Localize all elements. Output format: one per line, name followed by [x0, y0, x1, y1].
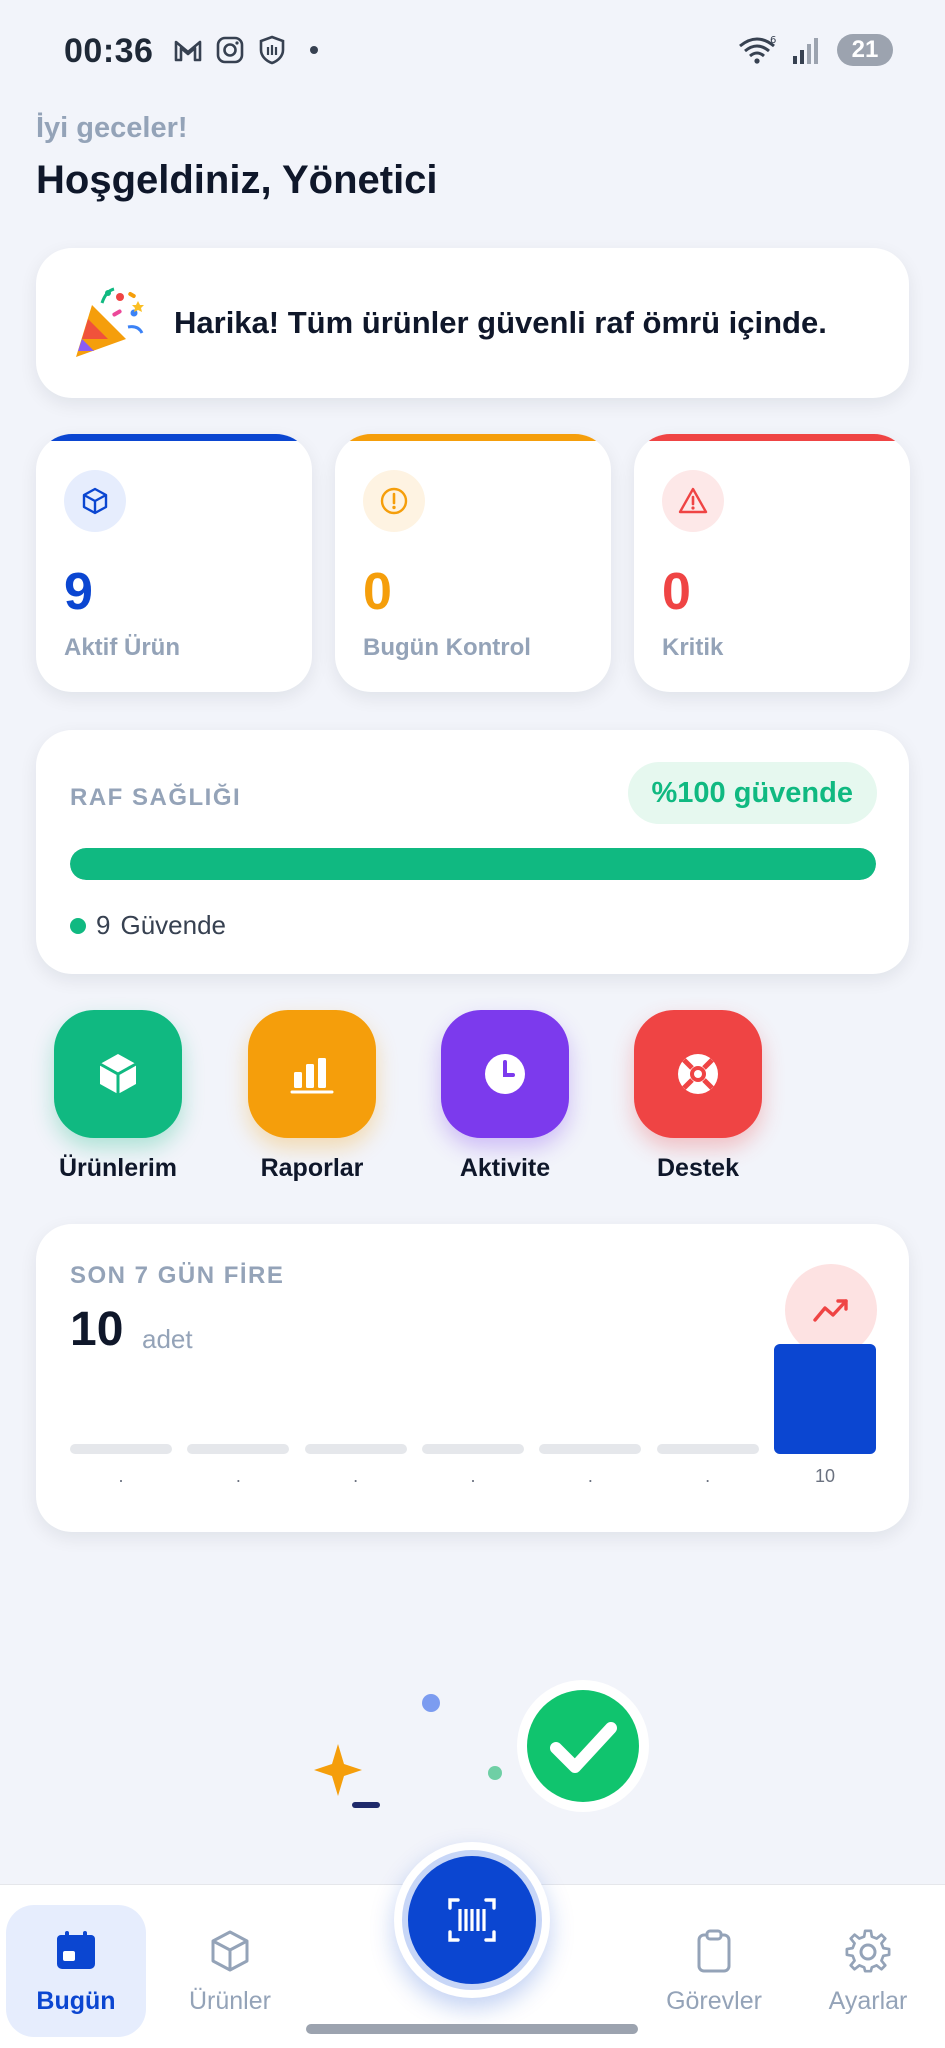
gmail-icon — [174, 40, 202, 62]
action-activity[interactable]: Aktivite — [425, 1010, 585, 1183]
action-label: Raporlar — [260, 1154, 364, 1182]
confetti-dot — [488, 1766, 502, 1780]
gear-icon — [845, 1928, 891, 1973]
confetti-bar — [352, 1802, 380, 1808]
health-status-pill: %100 güvende — [627, 762, 877, 824]
stat-card-critical[interactable]: 0 Kritik — [634, 434, 910, 692]
svg-text:6: 6 — [770, 35, 776, 46]
waste-bar — [70, 1444, 172, 1454]
waste-bar — [187, 1444, 290, 1454]
shelf-health-card: RAF SAĞLIĞI %100 güvende 9 Güvende — [36, 730, 909, 974]
nav-item-today[interactable]: Bugün — [6, 1905, 146, 2037]
status-time: 00:36 — [64, 32, 154, 70]
fab-inner — [402, 1850, 542, 1990]
wifi-icon: 6 — [739, 35, 776, 64]
legend-dot — [70, 917, 86, 934]
greeting-subtitle: İyi geceler! — [36, 112, 188, 144]
stat-accent-bar — [36, 434, 312, 441]
scan-barcode-button[interactable] — [394, 1842, 550, 1998]
home-indicator — [306, 2024, 638, 2034]
waste-tick-label: . — [470, 1466, 476, 1486]
waste-tick-label: . — [118, 1466, 124, 1486]
stat-value: 0 — [363, 563, 392, 621]
waste-tick-label: . — [705, 1466, 711, 1486]
nav-item-products[interactable]: Ürünler — [160, 1905, 300, 2037]
clipboard-icon — [697, 1929, 731, 1972]
nav-item-settings[interactable]: Ayarlar — [798, 1905, 938, 2037]
shelf-health-title: RAF SAĞLIĞI — [70, 784, 242, 811]
waste-tick-label: . — [353, 1466, 359, 1486]
confetti-dot — [422, 1694, 440, 1712]
cube-icon — [211, 1930, 249, 1971]
sparkle-icon — [314, 1744, 362, 1796]
battery-indicator: 21 — [837, 34, 893, 66]
trending-up-icon — [785, 1264, 877, 1356]
system-icons: 6 21 — [737, 34, 893, 66]
action-support[interactable]: Destek — [618, 1010, 778, 1183]
cube-icon — [64, 470, 126, 532]
stat-card-today-check[interactable]: 0 Bugün Kontrol — [335, 434, 611, 692]
waste-bar — [304, 1444, 407, 1454]
check-badge — [527, 1690, 639, 1802]
stat-label: Kritik — [662, 634, 724, 661]
stat-value: 0 — [662, 563, 691, 621]
nav-label: Görevler — [666, 1986, 762, 2015]
warning-triangle-icon — [662, 470, 724, 532]
waste-bar — [422, 1444, 524, 1454]
stat-accent-bar — [335, 434, 611, 441]
instagram-icon — [216, 36, 244, 64]
nav-item-tasks[interactable]: Görevler — [644, 1905, 784, 2037]
legend-count: 9 — [96, 910, 111, 940]
banner-message: Harika! Tüm ürünler güvenli raf ömrü içi… — [174, 305, 827, 340]
waste-tick-label: . — [235, 1466, 241, 1486]
waste-tick-label: 10 — [814, 1466, 836, 1486]
action-my-products[interactable]: Ürünlerim — [38, 1010, 198, 1183]
page-title: Hoşgeldiniz, Yönetici — [36, 158, 438, 202]
stat-card-active-products[interactable]: 9 Aktif Ürün — [36, 434, 312, 692]
status-banner: Harika! Tüm ürünler güvenli raf ömrü içi… — [36, 248, 909, 398]
action-label: Destek — [657, 1154, 739, 1182]
stat-label: Aktif Ürün — [64, 634, 180, 661]
shield-hand-icon — [259, 35, 285, 65]
waste-bar — [774, 1344, 876, 1454]
health-progress-track — [70, 848, 876, 880]
stat-accent-bar — [634, 434, 910, 441]
waste-card: SON 7 GÜN FİRE 10 adet ...... 10 — [36, 1224, 909, 1532]
waste-bar-chart: ...... 10 — [70, 1344, 876, 1486]
waste-title: SON 7 GÜN FİRE — [70, 1262, 285, 1289]
bar-chart-icon — [248, 1010, 376, 1138]
status-bar: 00:36 6 21 — [0, 0, 945, 104]
more-notifications-dot — [310, 46, 318, 54]
calendar-icon — [57, 1930, 95, 1969]
clock-icon — [441, 1010, 569, 1138]
barcode-scan-icon — [448, 1898, 496, 1942]
stat-value: 9 — [64, 563, 93, 621]
waste-bar — [539, 1444, 642, 1454]
party-popper-icon — [76, 287, 144, 357]
celebration-illustration — [314, 1680, 649, 1812]
health-progress-fill — [70, 848, 876, 880]
waste-tick-label: . — [587, 1466, 593, 1486]
action-label: Ürünlerim — [58, 1154, 178, 1182]
cellular-signal-icon — [793, 38, 818, 64]
nav-label: Ayarlar — [828, 1986, 908, 2015]
waste-bar — [656, 1444, 759, 1454]
nav-label: Bugün — [36, 1986, 116, 2015]
action-label: Aktivite — [459, 1154, 551, 1182]
legend-label: Güvende — [120, 910, 226, 940]
nav-label: Ürünler — [189, 1986, 271, 2015]
stat-label: Bugün Kontrol — [363, 634, 531, 661]
alert-circle-icon — [363, 470, 425, 532]
action-reports[interactable]: Raporlar — [232, 1010, 392, 1183]
lifebuoy-icon — [634, 1010, 762, 1138]
cube-icon — [54, 1010, 182, 1138]
notification-icons — [172, 34, 318, 66]
health-legend: 9 Güvende — [70, 910, 226, 941]
